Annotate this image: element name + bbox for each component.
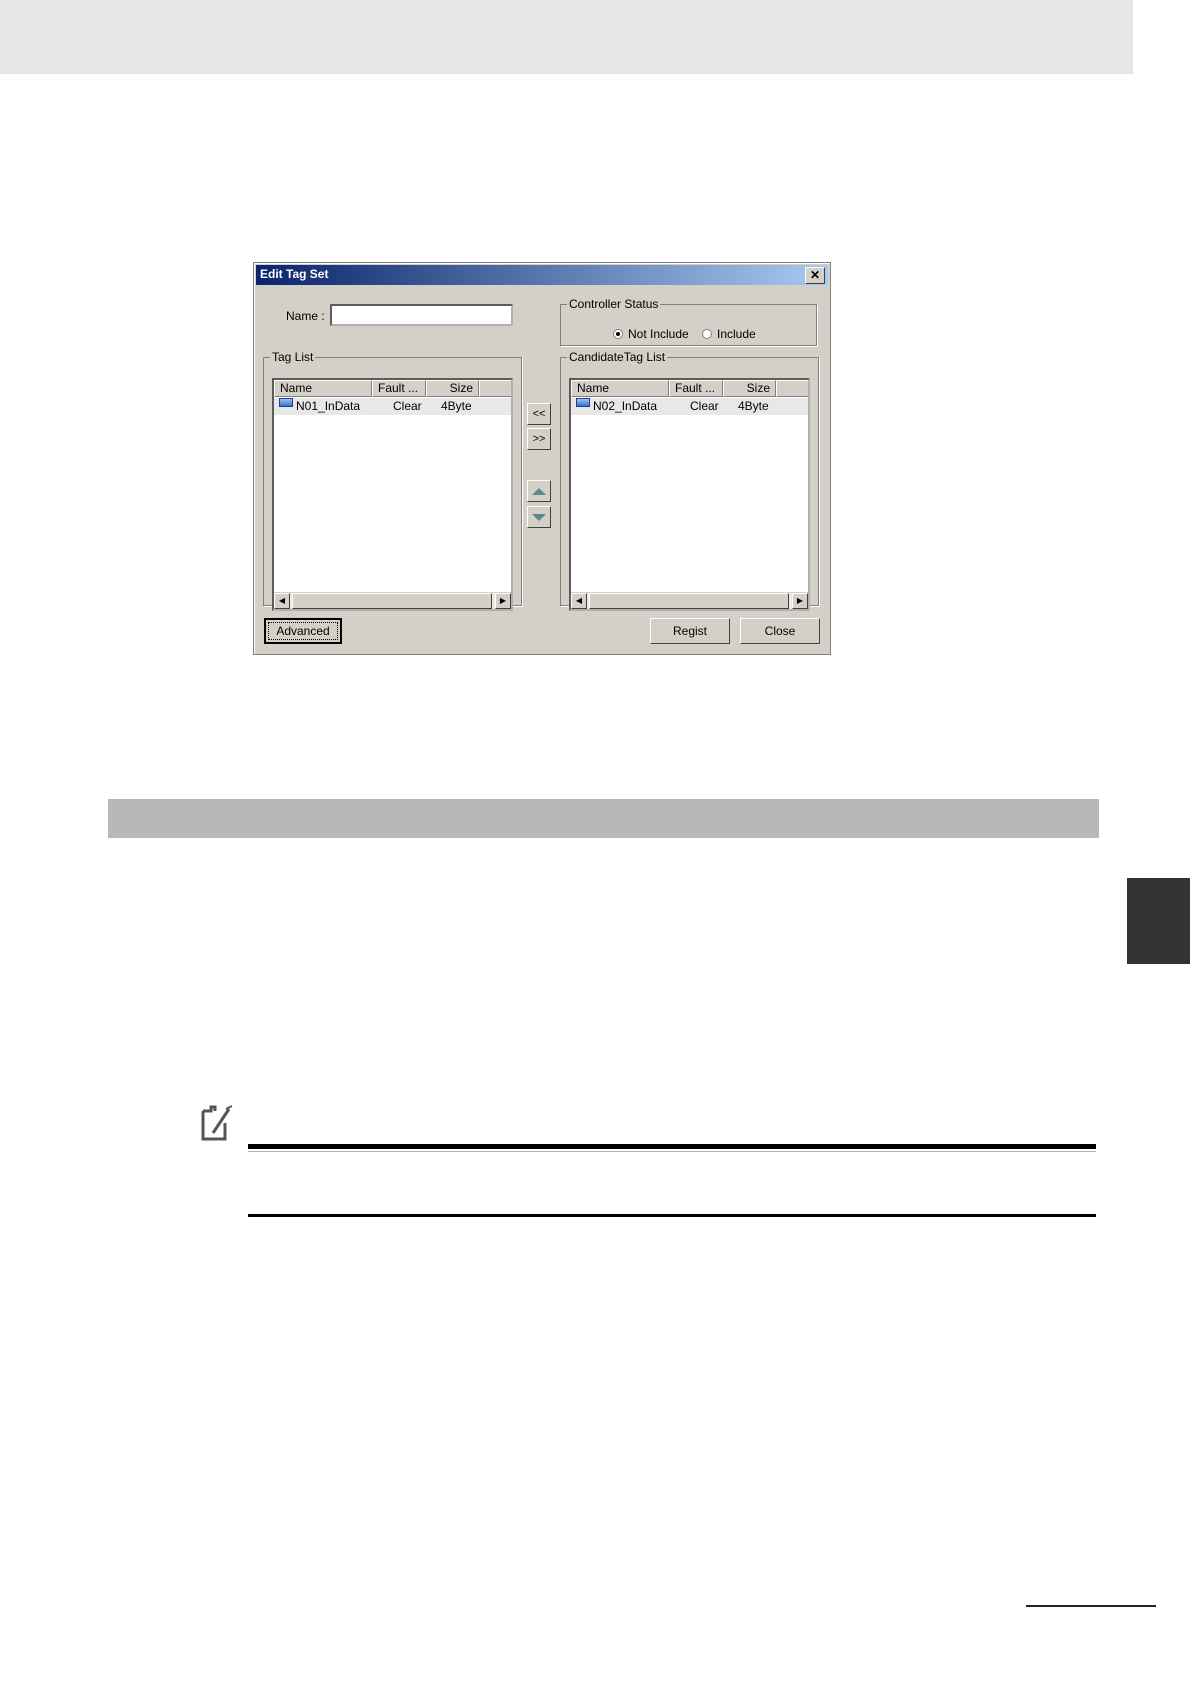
tag-fault: Clear bbox=[690, 399, 719, 413]
radio-not-include-label: Not Include bbox=[628, 327, 689, 341]
radio-not-include[interactable]: Not Include bbox=[613, 327, 689, 341]
tag-size: 4Byte bbox=[738, 399, 769, 413]
tag-list-header: Name Fault ... Size B bbox=[274, 380, 511, 397]
note-top-rule bbox=[248, 1144, 1096, 1149]
close-button[interactable]: Close bbox=[740, 618, 820, 644]
horizontal-scrollbar[interactable]: ◀ ▶ bbox=[571, 592, 808, 609]
radio-include[interactable]: Include bbox=[702, 327, 756, 341]
close-icon[interactable]: ✕ bbox=[805, 267, 825, 284]
edit-tag-set-dialog: Edit Tag Set ✕ Name : Controller Status … bbox=[253, 262, 831, 655]
controller-status-legend: Controller Status bbox=[569, 297, 659, 311]
column-header-fault[interactable]: Fault ... bbox=[669, 380, 723, 397]
tag-size: 4Byte bbox=[441, 399, 472, 413]
dialog-title: Edit Tag Set bbox=[260, 267, 329, 281]
arrow-up-icon bbox=[532, 487, 546, 495]
move-down-button[interactable] bbox=[527, 506, 551, 528]
note-top-thin-rule bbox=[248, 1151, 1096, 1152]
move-up-button[interactable] bbox=[527, 480, 551, 502]
title-bar[interactable]: Edit Tag Set ✕ bbox=[256, 265, 828, 285]
tag-icon bbox=[279, 398, 293, 407]
advanced-button[interactable]: Advanced bbox=[264, 618, 342, 644]
candidate-tag-list-group: CandidateTag List Name Fault ... Size B … bbox=[560, 350, 819, 611]
scroll-left-icon[interactable]: ◀ bbox=[274, 593, 290, 609]
column-header-b[interactable]: B bbox=[776, 380, 808, 397]
chapter-side-tab bbox=[1127, 878, 1190, 964]
scroll-right-icon[interactable]: ▶ bbox=[495, 593, 511, 609]
regist-button[interactable]: Regist bbox=[650, 618, 730, 644]
column-header-name[interactable]: Name bbox=[571, 380, 669, 397]
tag-name: N01_InData bbox=[296, 399, 361, 413]
tag-list-group: Tag List Name Fault ... Size B N01_InDat… bbox=[263, 350, 522, 611]
name-input[interactable] bbox=[330, 304, 513, 326]
tag-name: N02_InData bbox=[593, 399, 658, 413]
move-right-button[interactable]: >> bbox=[527, 428, 551, 450]
column-header-fault[interactable]: Fault ... bbox=[372, 380, 426, 397]
radio-unselected-icon[interactable] bbox=[702, 329, 712, 339]
column-header-size[interactable]: Size bbox=[426, 380, 479, 397]
tag-fault: Clear bbox=[393, 399, 422, 413]
candidate-list-header: Name Fault ... Size B bbox=[571, 380, 808, 397]
scroll-thumb[interactable] bbox=[292, 593, 492, 609]
precautions-icon bbox=[201, 1105, 233, 1141]
scroll-thumb[interactable] bbox=[589, 593, 789, 609]
column-header-name[interactable]: Name bbox=[274, 380, 372, 397]
scroll-right-icon[interactable]: ▶ bbox=[792, 593, 808, 609]
arrow-down-icon bbox=[532, 513, 546, 521]
column-header-size[interactable]: Size bbox=[723, 380, 776, 397]
note-bottom-rule bbox=[248, 1214, 1096, 1217]
radio-selected-icon[interactable] bbox=[613, 329, 623, 339]
tag-icon bbox=[576, 398, 590, 407]
radio-include-label: Include bbox=[717, 327, 756, 341]
tag-list-view[interactable]: Name Fault ... Size B N01_InData Clear 4… bbox=[272, 378, 513, 611]
controller-status-group: Controller Status Not Include Include bbox=[560, 297, 817, 346]
move-left-button[interactable]: << bbox=[527, 403, 551, 425]
name-label: Name : bbox=[286, 309, 325, 323]
scroll-left-icon[interactable]: ◀ bbox=[571, 593, 587, 609]
page-header-band bbox=[0, 0, 1133, 74]
horizontal-scrollbar[interactable]: ◀ ▶ bbox=[274, 592, 511, 609]
section-header-bar bbox=[108, 799, 1099, 838]
table-row[interactable]: N01_InData Clear 4Byte bbox=[274, 398, 511, 415]
candidate-list-view[interactable]: Name Fault ... Size B N02_InData Clear 4… bbox=[569, 378, 810, 611]
table-row[interactable]: N02_InData Clear 4Byte bbox=[571, 398, 808, 415]
candidate-list-legend: CandidateTag List bbox=[569, 350, 666, 364]
tag-list-legend: Tag List bbox=[272, 350, 314, 364]
footer-rule bbox=[1026, 1605, 1156, 1607]
column-header-b[interactable]: B bbox=[479, 380, 511, 397]
